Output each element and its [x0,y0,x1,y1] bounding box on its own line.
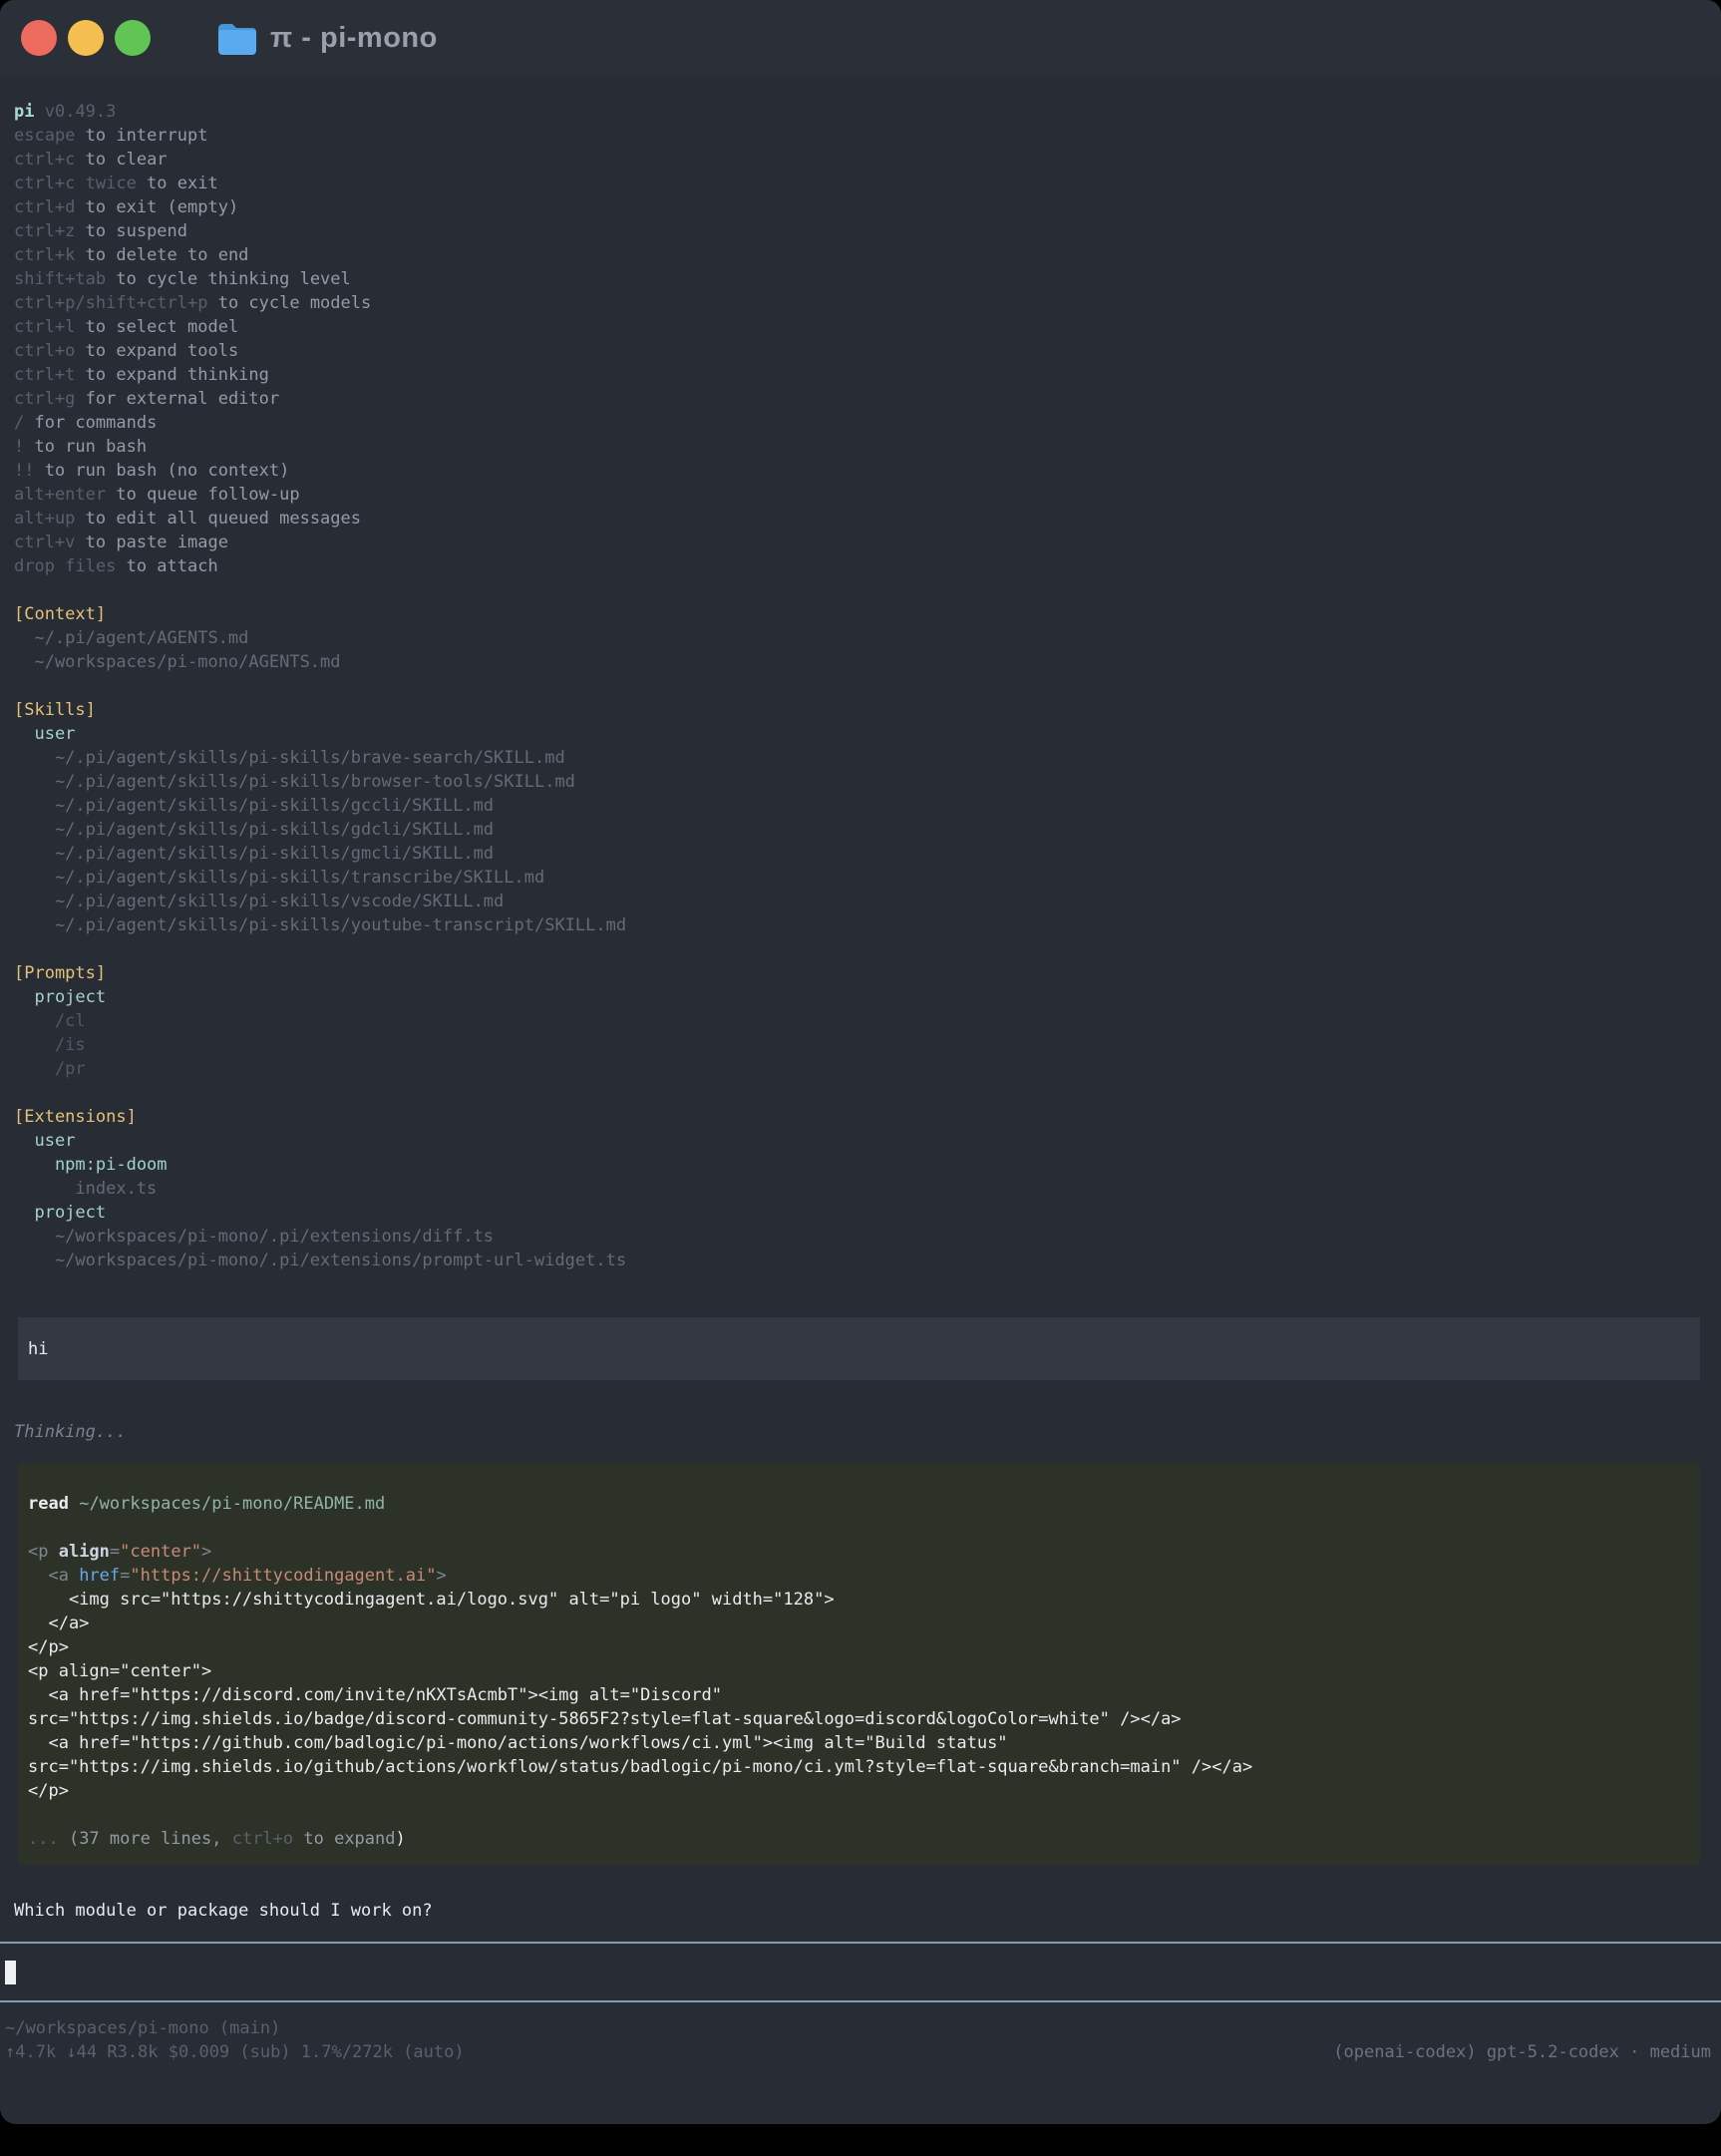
terminal-line: ... (37 more lines, ctrl+o to expand) [28,1827,1700,1851]
terminal-line: ~/.pi/agent/skills/pi-skills/vscode/SKIL… [14,890,1707,913]
terminal-line: <p align="center"> [28,1659,1700,1683]
terminal-line: <p align="center"> [28,1540,1700,1564]
tool-output: <p align="center"> <a href="https://shit… [28,1540,1700,1803]
terminal-line: </p> [28,1635,1700,1659]
terminal-line: ~/workspaces/pi-mono/.pi/extensions/prom… [14,1249,1707,1272]
terminal-line: <a href="https://github.com/badlogic/pi-… [28,1731,1700,1755]
terminal-line: ctrl+d to exit (empty) [14,195,1707,219]
terminal-line: <img src="https://shittycodingagent.ai/l… [28,1588,1700,1612]
context-section: [Context] ~/.pi/agent/AGENTS.md ~/worksp… [14,602,1707,674]
status-bar: ~/workspaces/pi-mono (main) ↑4.7k ↓44 R3… [0,2002,1721,2064]
terminal-window: π - pi-mono pi v0.49.3 escape to interru… [0,0,1721,2124]
terminal-content: pi v0.49.3 escape to interruptctrl+c to … [0,76,1721,1923]
token-cost-stats: ↑4.7k ↓44 R3.8k $0.009 (sub) 1.7%/272k (… [5,2040,465,2064]
terminal-line: ctrl+g for external editor [14,387,1707,411]
traffic-lights [21,20,151,56]
terminal-line: index.ts [14,1177,1707,1201]
extensions-heading: [Extensions] [14,1105,1707,1129]
titlebar: π - pi-mono [0,0,1721,76]
skills-file-list: user ~/.pi/agent/skills/pi-skills/brave-… [14,722,1707,937]
stats-status-row: ↑4.7k ↓44 R3.8k $0.009 (sub) 1.7%/272k (… [5,2040,1711,2064]
terminal-line: ~/.pi/agent/skills/pi-skills/browser-too… [14,770,1707,794]
skills-section: [Skills] user ~/.pi/agent/skills/pi-skil… [14,698,1707,937]
prompts-heading: [Prompts] [14,961,1707,985]
prompts-list: project /cl /is /pr [14,985,1707,1081]
minimize-button[interactable] [68,20,104,56]
terminal-line: ctrl+c to clear [14,148,1707,172]
terminal-line: ~/.pi/agent/skills/pi-skills/transcribe/… [14,866,1707,890]
terminal-line: user [14,1129,1707,1153]
terminal-line: alt+up to edit all queued messages [14,507,1707,531]
terminal-line: ~/workspaces/pi-mono/.pi/extensions/diff… [14,1225,1707,1249]
terminal-line: ~/.pi/agent/skills/pi-skills/gmcli/SKILL… [14,842,1707,866]
prompts-section: [Prompts] project /cl /is /pr [14,961,1707,1081]
terminal-line: src="https://img.shields.io/github/actio… [28,1755,1700,1779]
tool-call-header: read ~/workspaces/pi-mono/README.md [28,1492,1700,1516]
terminal-line: ctrl+v to paste image [14,531,1707,554]
terminal-line: ~/.pi/agent/skills/pi-skills/gdcli/SKILL… [14,818,1707,842]
app-name: pi [14,102,34,122]
folder-icon [216,22,256,55]
terminal-line: ctrl+l to select model [14,315,1707,339]
terminal-line: drop files to attach [14,554,1707,578]
terminal-line: ~/workspaces/pi-mono/AGENTS.md [14,650,1707,674]
terminal-line: ctrl+c twice to exit [14,172,1707,195]
terminal-line: ctrl+z to suspend [14,219,1707,243]
close-button[interactable] [21,20,57,56]
prompt-input[interactable] [0,1942,1721,2002]
assistant-message: Which module or package should I work on… [14,1899,1707,1923]
terminal-line: <a href="https://shittycodingagent.ai"> [28,1564,1700,1588]
terminal-line: project [14,985,1707,1009]
app-version-line: pi v0.49.3 [14,100,1707,124]
model-indicator: (openai-codex) gpt-5.2-codex · medium [1333,2040,1711,2064]
terminal-line: <a href="https://discord.com/invite/nKXT… [28,1683,1700,1707]
terminal-line: ctrl+p/shift+ctrl+p to cycle models [14,291,1707,315]
terminal-line: ~/.pi/agent/skills/pi-skills/youtube-tra… [14,913,1707,937]
terminal-line: shift+tab to cycle thinking level [14,267,1707,291]
terminal-line: npm:pi-doom [14,1153,1707,1177]
terminal-line: user [14,722,1707,746]
maximize-button[interactable] [115,20,151,56]
terminal-line: / for commands [14,411,1707,435]
tool-argument: ~/workspaces/pi-mono/README.md [79,1494,385,1514]
terminal-line: escape to interrupt [14,124,1707,148]
terminal-line: </a> [28,1612,1700,1635]
user-message-panel: hi [18,1317,1700,1380]
tool-call-block: read ~/workspaces/pi-mono/README.md <p a… [18,1463,1700,1865]
extensions-section: [Extensions] user npm:pi-doom index.ts p… [14,1105,1707,1272]
terminal-line: src="https://img.shields.io/badge/discor… [28,1707,1700,1731]
tool-output-truncation-note: ... (37 more lines, ctrl+o to expand) [28,1827,1700,1851]
cwd-status: ~/workspaces/pi-mono (main) [5,2016,1711,2040]
terminal-line: /cl [14,1009,1707,1033]
window-title: π - pi-mono [270,22,438,55]
terminal-line: /pr [14,1057,1707,1081]
skills-heading: [Skills] [14,698,1707,722]
text-cursor [5,1961,16,1984]
app-version: v0.49.3 [45,102,117,122]
terminal-line: /is [14,1033,1707,1057]
context-heading: [Context] [14,602,1707,626]
terminal-line: ctrl+t to expand thinking [14,363,1707,387]
terminal-line: !! to run bash (no context) [14,459,1707,483]
thinking-indicator: Thinking... [14,1420,1707,1444]
terminal-line: ~/.pi/agent/skills/pi-skills/brave-searc… [14,746,1707,770]
terminal-line: ! to run bash [14,435,1707,459]
terminal-line: alt+enter to queue follow-up [14,483,1707,507]
shortcut-help-list: escape to interruptctrl+c to clearctrl+c… [14,124,1707,578]
terminal-line: ~/.pi/agent/skills/pi-skills/gccli/SKILL… [14,794,1707,818]
extensions-list: user npm:pi-doom index.ts project ~/work… [14,1129,1707,1272]
terminal-line: ctrl+k to delete to end [14,243,1707,267]
terminal-line: </p> [28,1779,1700,1803]
context-file-list: ~/.pi/agent/AGENTS.md ~/workspaces/pi-mo… [14,626,1707,674]
terminal-line: ~/.pi/agent/AGENTS.md [14,626,1707,650]
terminal-line: ctrl+o to expand tools [14,339,1707,363]
tool-name: read [28,1494,69,1514]
terminal-line: project [14,1201,1707,1225]
